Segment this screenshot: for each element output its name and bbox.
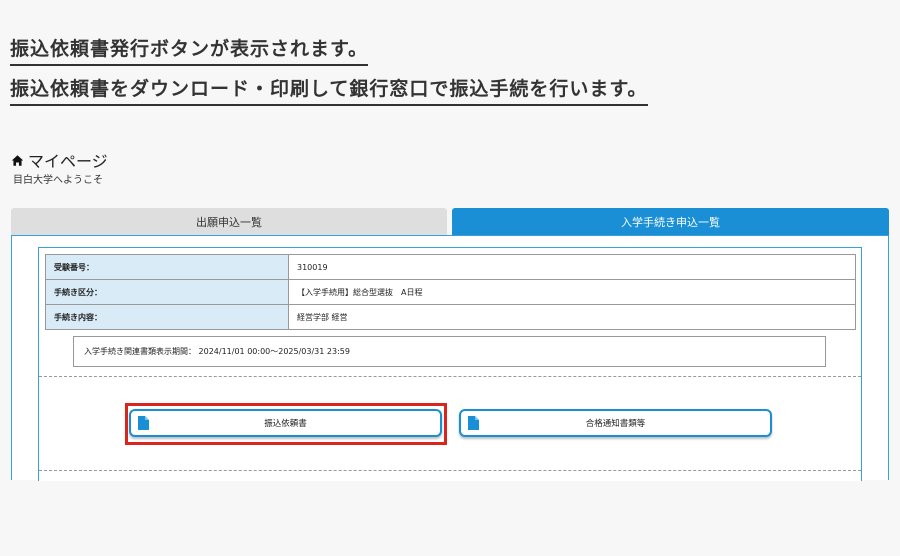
mypage-title-text: マイページ <box>28 152 108 171</box>
highlight-box <box>125 403 447 445</box>
table-row: 手続き内容： 経営学部 経営 <box>45 304 856 330</box>
table-row: 受験番号： 310019 <box>45 254 856 280</box>
tab-bar: 出願申込一覧 入学手続き申込一覧 <box>11 208 889 236</box>
divider <box>39 376 861 377</box>
tab-application-list[interactable]: 出願申込一覧 <box>11 208 447 236</box>
tab-enrollment-list[interactable]: 入学手続き申込一覧 <box>452 208 889 236</box>
procedure-content-value: 経営学部 経営 <box>288 304 856 330</box>
application-info-table: 受験番号： 310019 手続き区分： 【入学手続用】総合型選抜 A日程 手続き… <box>45 254 856 330</box>
exam-number-value: 310019 <box>288 254 856 280</box>
divider <box>39 470 861 471</box>
file-icon <box>468 416 479 430</box>
page: 振込依頼書発行ボタンが表示されます。 振込依頼書をダウンロード・印刷して銀行窓口… <box>0 0 900 556</box>
instruction-line-1: 振込依頼書発行ボタンが表示されます。 <box>10 34 369 66</box>
application-card: 受験番号： 310019 手続き区分： 【入学手続用】総合型選抜 A日程 手続き… <box>38 247 862 481</box>
procedure-content-label: 手続き内容： <box>45 304 289 330</box>
acceptance-documents-label: 合格通知書類等 <box>585 419 646 429</box>
table-row: 手続き区分： 【入学手続用】総合型選抜 A日程 <box>45 279 856 305</box>
acceptance-documents-button[interactable]: 合格通知書類等 <box>459 409 772 437</box>
display-period: 入学手続き関連書類表示期間： 2024/11/01 00:00～2025/03/… <box>73 336 826 367</box>
welcome-text: 目白大学へようこそ <box>13 175 103 186</box>
exam-number-label: 受験番号： <box>45 254 289 280</box>
mypage-title: マイページ <box>11 148 108 172</box>
instruction-line-2: 振込依頼書をダウンロード・印刷して銀行窓口で振込手続を行います。 <box>10 74 648 106</box>
procedure-type-label: 手続き区分： <box>45 279 289 305</box>
procedure-type-value: 【入学手続用】総合型選抜 A日程 <box>288 279 856 305</box>
home-icon <box>11 154 24 166</box>
